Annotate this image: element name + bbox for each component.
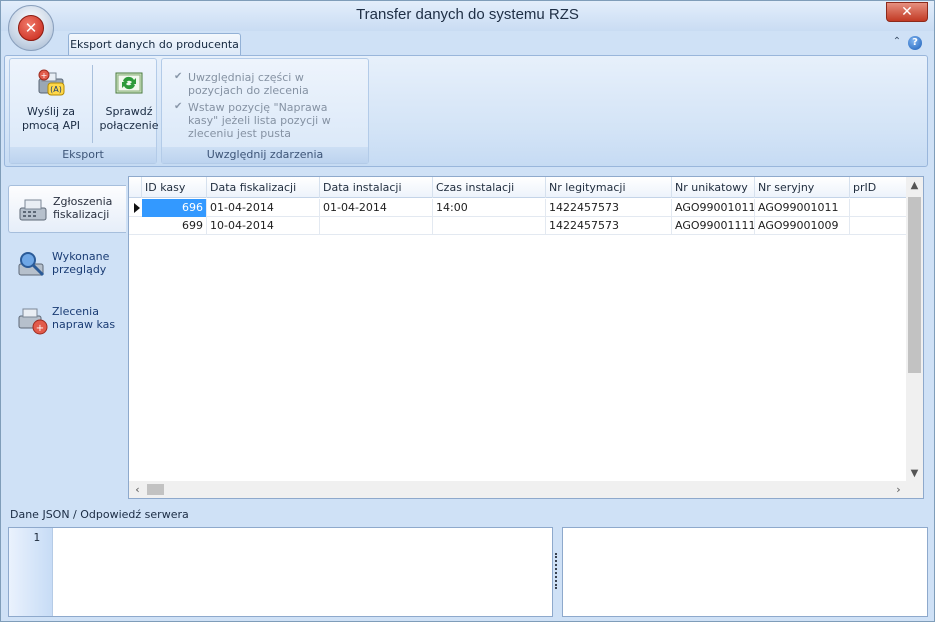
close-circle-icon: ✕ [18, 15, 44, 41]
nav-item-wykonane-przeglady[interactable]: Wykonane przeglądy [8, 241, 126, 289]
cell-prid[interactable] [850, 217, 907, 235]
include-parts-checkbox[interactable]: ✔ Uwzględniaj części w pozycjach do zlec… [174, 71, 359, 97]
column-header-nr-legitymacji[interactable]: Nr legitymacji [546, 177, 672, 198]
side-navigation: Zgłoszenia fiskalizacji Wykonane przeglą… [4, 171, 126, 501]
cell-nr-legitymacji[interactable]: 1422457573 [546, 217, 672, 235]
horizontal-scroll-thumb[interactable] [147, 484, 164, 495]
cell-nr-legitymacji[interactable]: 1422457573 [546, 199, 672, 217]
check-connection-icon [112, 67, 146, 101]
column-header-data-fiskalizacji[interactable]: Data fiskalizacji [207, 177, 320, 198]
nav-label-line1: Wykonane [52, 250, 110, 263]
server-response-panel[interactable] [562, 527, 928, 617]
cell-id-kasy[interactable]: 696 [142, 199, 207, 217]
cell-czas-instalacji[interactable] [433, 217, 546, 235]
send-api-button[interactable]: + (A) Wyślij za pmocą API [14, 63, 88, 139]
help-icon[interactable]: ? [908, 36, 922, 50]
application-menu-button[interactable]: ✕ [8, 5, 54, 51]
check-connection-button[interactable]: Sprawdź połączenie [92, 63, 166, 139]
nav-label-line1: Zlecenia [52, 305, 99, 318]
checkbox-checked-icon: ✔ [174, 101, 183, 112]
grid-header: ID kasy Data fiskalizacji Data instalacj… [129, 177, 907, 198]
main-window: Transfer danych do systemu RZS ✕ ✕ Ekspo… [0, 0, 935, 622]
row-header-column [129, 177, 142, 198]
cell-czas-instalacji[interactable]: 14:00 [433, 199, 546, 217]
line-number-gutter: 1 [9, 528, 53, 616]
ribbon-tab-row: Eksport danych do producenta ⌃ ? [1, 31, 934, 56]
repair-order-icon: + [16, 304, 48, 336]
send-api-label-line1: Wyślij za [26, 105, 76, 118]
nav-label-line1: Zgłoszenia [53, 195, 113, 208]
cell-prid[interactable] [850, 199, 907, 217]
scroll-left-icon[interactable]: ‹ [129, 481, 146, 498]
ribbon-group-zdarzenia: ✔ Uwzględniaj części w pozycjach do zlec… [161, 58, 369, 164]
scroll-right-icon[interactable]: › [890, 481, 907, 498]
scrollbar-corner [906, 481, 923, 498]
cell-id-kasy[interactable]: 699 [142, 217, 207, 235]
column-header-prid[interactable]: prID [850, 177, 907, 198]
send-api-icon: + (A) [34, 67, 68, 101]
cell-data-fiskalizacji[interactable]: 10-04-2014 [207, 217, 320, 235]
table-row[interactable]: 696 01-04-2014 01-04-2014 14:00 14224575… [129, 199, 907, 217]
cash-register-icon [17, 194, 49, 226]
horizontal-scrollbar[interactable]: ‹ › [129, 481, 907, 498]
inspection-magnifier-icon [16, 249, 48, 281]
window-title: Transfer danych do systemu RZS [356, 6, 579, 23]
nav-label-przeglady: Wykonane przeglądy [52, 250, 109, 276]
tab-eksport-danych[interactable]: Eksport danych do producenta [68, 33, 241, 56]
nav-label-line2: przeglądy [52, 263, 107, 276]
vertical-scroll-thumb[interactable] [908, 197, 921, 373]
check-connection-label-line1: Sprawdź [105, 105, 153, 118]
minimize-ribbon-icon[interactable]: ⌃ [890, 36, 904, 50]
column-header-data-instalacji[interactable]: Data instalacji [320, 177, 433, 198]
scroll-up-icon[interactable]: ▲ [906, 177, 923, 194]
check-connection-label-line2: połączenie [99, 119, 159, 132]
json-panel-caption: Dane JSON / Odpowiedź serwera [10, 508, 189, 521]
ribbon-group-label-eksport: Eksport [10, 147, 156, 163]
ribbon-panel: + (A) Wyślij za pmocą API Sprawdź połącz… [4, 55, 928, 167]
table-row[interactable]: 699 10-04-2014 1422457573 AGO99001111 AG… [129, 217, 907, 235]
ribbon-group-eksport: + (A) Wyślij za pmocą API Sprawdź połącz… [9, 58, 158, 164]
column-header-nr-unikatowy[interactable]: Nr unikatowy [672, 177, 755, 198]
scroll-down-icon[interactable]: ▼ [906, 465, 923, 482]
cell-nr-seryjny[interactable]: AGO99001011 [755, 199, 850, 217]
panel-splitter[interactable] [555, 553, 558, 589]
data-grid[interactable]: ID kasy Data fiskalizacji Data instalacj… [128, 176, 924, 499]
insert-repair-item-label: Wstaw pozycję "Naprawa kasy" jeżeli list… [188, 101, 331, 140]
json-editor[interactable]: 1 [8, 527, 553, 617]
nav-label-line2: napraw kas [52, 318, 116, 331]
include-parts-label: Uwzględniaj części w pozycjach do zlecen… [188, 71, 309, 97]
svg-text:+: + [36, 323, 44, 334]
nav-label-zlecenia: Zlecenia napraw kas [52, 305, 115, 331]
column-header-czas-instalacji[interactable]: Czas instalacji [433, 177, 546, 198]
nav-label-zgloszenia: Zgłoszenia fiskalizacji [53, 195, 112, 221]
send-api-label-line2: pmocą API [21, 119, 81, 132]
column-header-id-kasy[interactable]: ID kasy [142, 177, 207, 198]
cell-data-instalacji[interactable]: 01-04-2014 [320, 199, 433, 217]
nav-item-zlecenia-napraw-kas[interactable]: + Zlecenia napraw kas [8, 296, 126, 344]
checkbox-checked-icon: ✔ [174, 71, 183, 82]
cell-nr-unikatowy[interactable]: AGO99001011 [672, 199, 755, 217]
svg-text:+: + [41, 71, 48, 80]
nav-item-zgloszenia-fiskalizacji[interactable]: Zgłoszenia fiskalizacji [8, 185, 126, 233]
line-number: 1 [33, 531, 40, 544]
cell-data-instalacji[interactable] [320, 217, 433, 235]
current-row-indicator-icon [134, 203, 140, 213]
insert-repair-item-checkbox[interactable]: ✔ Wstaw pozycję "Naprawa kasy" jeżeli li… [174, 101, 359, 140]
cell-nr-unikatowy[interactable]: AGO99001111 [672, 217, 755, 235]
svg-text:(A): (A) [50, 85, 62, 94]
vertical-scrollbar[interactable]: ▲ ▼ [906, 177, 923, 482]
ribbon-group-label-zdarzenia: Uwzględnij zdarzenia [162, 147, 368, 163]
cell-data-fiskalizacji[interactable]: 01-04-2014 [207, 199, 320, 217]
cell-nr-seryjny[interactable]: AGO99001009 [755, 217, 850, 235]
column-header-nr-seryjny[interactable]: Nr seryjny [755, 177, 850, 198]
title-bar: Transfer danych do systemu RZS ✕ [1, 1, 934, 31]
close-window-button[interactable]: ✕ [886, 2, 928, 22]
nav-label-line2: fiskalizacji [53, 208, 110, 221]
